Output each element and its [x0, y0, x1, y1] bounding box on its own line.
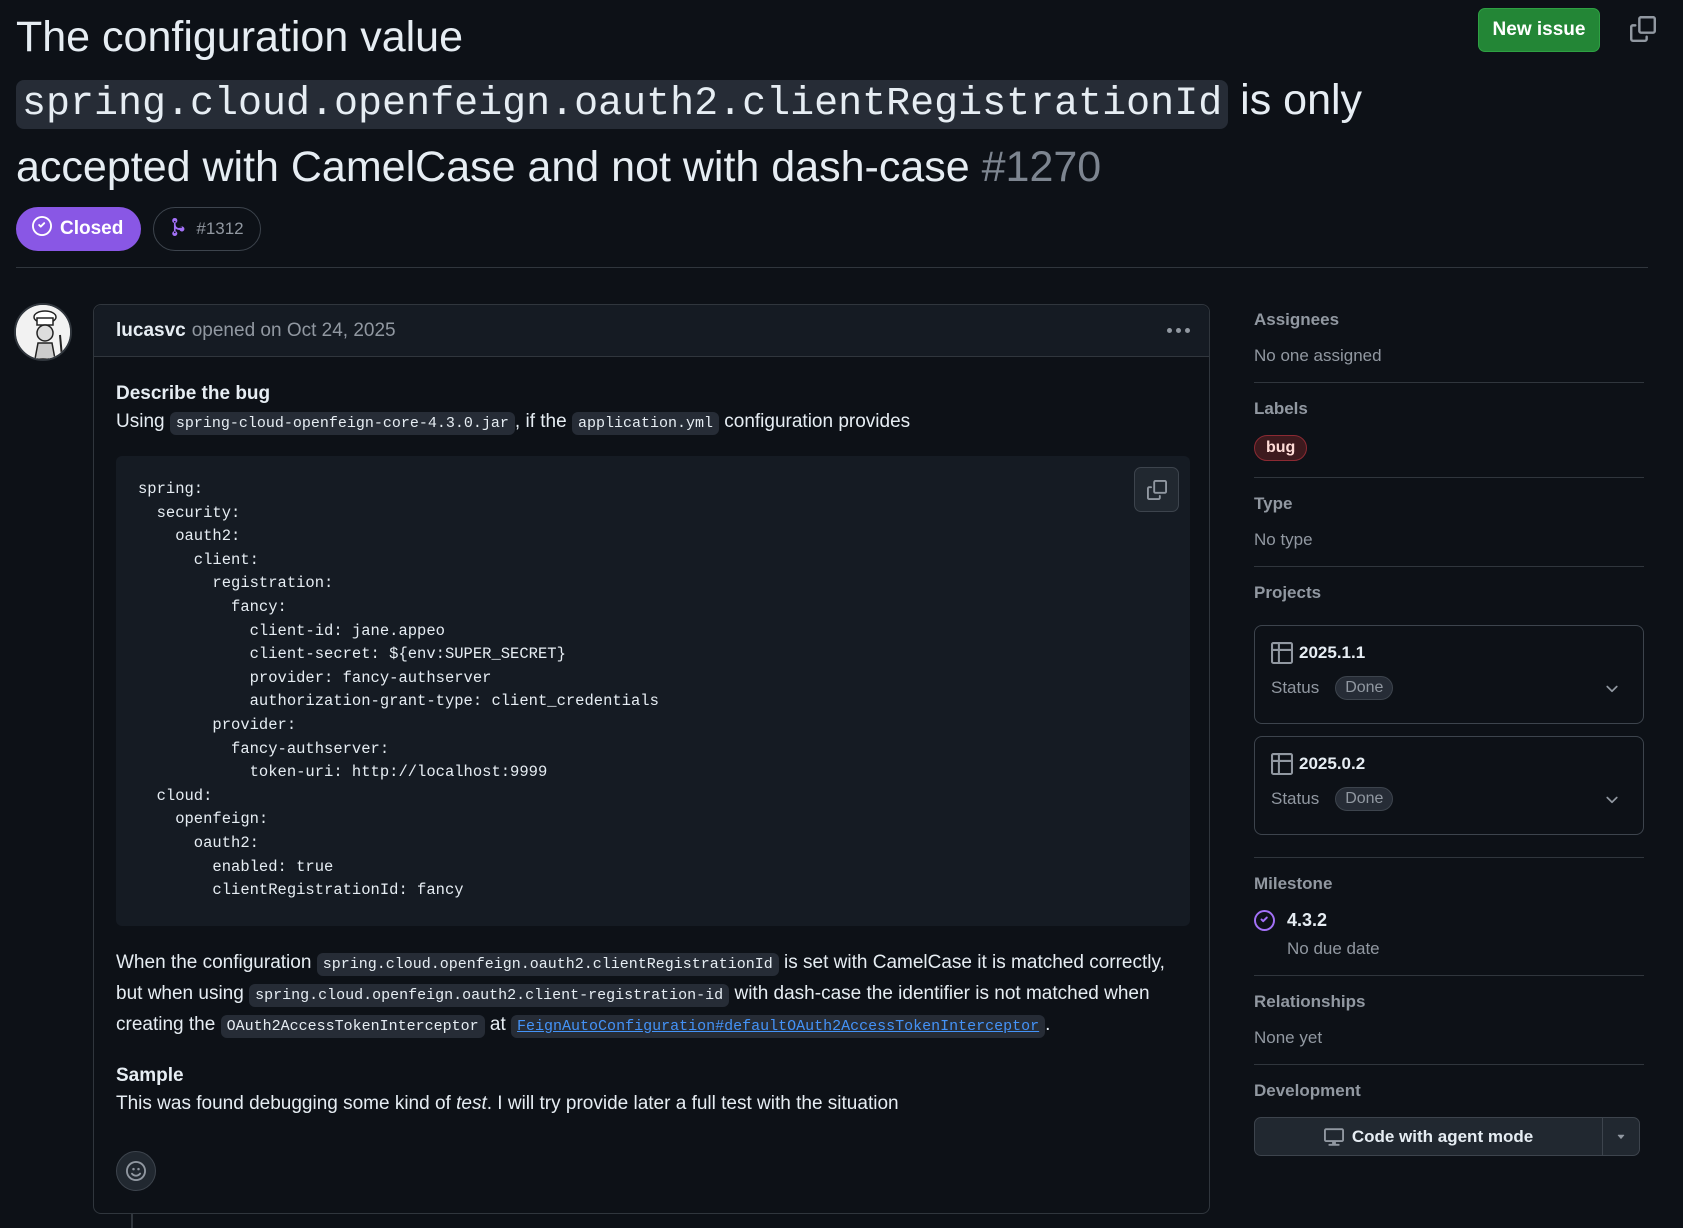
copy-code-button[interactable]: [1134, 467, 1179, 512]
code-link[interactable]: FeignAutoConfiguration#defaultOAuth2Acce…: [511, 1015, 1046, 1038]
inline-code: application.yml: [571, 412, 719, 435]
title-text-start: The configuration value: [16, 13, 464, 61]
agent-button-label: Code with agent mode: [1351, 1126, 1534, 1146]
issue-sidebar: Assignees No one assigned Labels bug Typ…: [1254, 300, 1644, 1172]
pull-request-icon: [170, 217, 188, 241]
text: configuration provides: [724, 411, 911, 432]
labels-title[interactable]: Labels: [1254, 397, 1644, 421]
paragraph-configuration: When the configuration spring.cloud.open…: [116, 948, 1187, 1041]
milestone-icon: [1254, 910, 1275, 931]
inline-code: spring.cloud.openfeign.oauth2.client-reg…: [249, 984, 730, 1007]
text: This was found debugging some kind of: [116, 1093, 451, 1114]
type-title[interactable]: Type: [1254, 492, 1644, 516]
development-section: Development Code with agent mode: [1254, 1065, 1644, 1172]
inline-code: spring-cloud-openfeign-core-4.3.0.jar: [169, 412, 515, 435]
issue-comment: lucasvc opened on Oct 24, 2025 Describe …: [93, 304, 1210, 1214]
milestone-section: Milestone 4.3.2 No due date: [1254, 858, 1644, 976]
project-card[interactable]: 2025.1.1 Status Done: [1254, 625, 1644, 724]
code-content: spring: security: oauth2: client: regist…: [138, 480, 659, 900]
project-card[interactable]: 2025.0.2 Status Done: [1254, 736, 1644, 835]
header-divider: [16, 267, 1648, 268]
heading-describe-bug: Describe the bug: [116, 383, 271, 404]
code-block: spring: security: oauth2: client: regist…: [116, 456, 1190, 926]
label-bug[interactable]: bug: [1254, 435, 1308, 461]
code-with-agent-button[interactable]: Code with agent mode: [1255, 1118, 1603, 1155]
heading-sample: Sample: [116, 1065, 184, 1086]
chevron-down-icon[interactable]: [1603, 680, 1621, 703]
comment-author[interactable]: lucasvc: [116, 320, 186, 342]
inline-code: spring.cloud.openfeign.oauth2.clientRegi…: [316, 953, 779, 976]
inline-code: OAuth2AccessTokenInterceptor: [220, 1015, 485, 1038]
avatar[interactable]: [14, 303, 72, 361]
chevron-down-icon[interactable]: [1603, 791, 1621, 814]
text: Using: [116, 411, 165, 432]
project-title: 2025.1.1: [1299, 643, 1366, 662]
text: .: [1045, 1014, 1051, 1035]
smiley-icon: [126, 1161, 146, 1181]
paragraph-sample: This was found debugging some kind of te…: [116, 1089, 1187, 1118]
type-value: No type: [1254, 530, 1313, 549]
project-status: Status Done: [1271, 676, 1627, 700]
timeline-line: [131, 1214, 133, 1228]
closed-check-icon: [32, 216, 52, 242]
labels-section: Labels bug: [1254, 383, 1644, 478]
issue-number: #1270: [981, 143, 1102, 191]
linked-pr-badge[interactable]: #1312: [153, 207, 261, 251]
comment-timestamp[interactable]: opened on Oct 24, 2025: [192, 320, 396, 342]
relationships-section: Relationships None yet: [1254, 976, 1644, 1065]
projects-section: Projects 2025.1.1 Status Done 2025.0.2 S…: [1254, 567, 1644, 858]
project-name: 2025.0.2: [1271, 753, 1627, 775]
status-label: Status: [1271, 678, 1320, 697]
status-pill: Done: [1335, 676, 1394, 700]
milestone-name: 4.3.2: [1287, 910, 1328, 930]
agent-dropdown-button[interactable]: [1603, 1118, 1639, 1155]
status-badge: Closed: [16, 207, 142, 251]
type-section: Type No type: [1254, 478, 1644, 567]
assignees-value: No one assigned: [1254, 346, 1382, 365]
table-icon: [1271, 642, 1293, 664]
title-code: spring.cloud.openfeign.oauth2.clientRegi…: [16, 80, 1229, 129]
new-issue-button[interactable]: New issue: [1478, 8, 1600, 52]
agent-icon: [1323, 1127, 1344, 1146]
table-icon: [1271, 753, 1293, 775]
issue-title: The configuration value spring.cloud.ope…: [16, 6, 1486, 199]
milestone-due: No due date: [1287, 939, 1380, 958]
relationships-value: None yet: [1254, 1028, 1323, 1047]
status-label: Closed: [60, 218, 124, 239]
agent-mode-button-group: Code with agent mode: [1254, 1117, 1640, 1156]
relationships-title[interactable]: Relationships: [1254, 990, 1644, 1014]
text: . I will try provide later a full test w…: [486, 1093, 899, 1114]
comment-header: lucasvc opened on Oct 24, 2025: [94, 305, 1209, 357]
comment-body: Describe the bug Using spring-cloud-open…: [94, 357, 1209, 1118]
project-title: 2025.0.2: [1299, 754, 1366, 773]
assignees-section: Assignees No one assigned: [1254, 300, 1644, 383]
issue-state-row: Closed #1312: [16, 207, 261, 251]
milestone-title[interactable]: Milestone: [1254, 872, 1644, 896]
kebab-icon[interactable]: [1163, 317, 1193, 343]
status-pill: Done: [1335, 787, 1394, 811]
milestone-row[interactable]: 4.3.2: [1254, 910, 1644, 931]
project-name: 2025.1.1: [1271, 642, 1627, 664]
triangle-down-icon: [1617, 1134, 1625, 1139]
paragraph-using: Using spring-cloud-openfeign-core-4.3.0.…: [116, 407, 1187, 438]
development-title[interactable]: Development: [1254, 1079, 1644, 1103]
text: at: [489, 1014, 506, 1035]
text: When the configuration: [116, 952, 312, 973]
text: , if the: [514, 411, 567, 432]
linked-pr-number: #1312: [196, 219, 244, 238]
project-status: Status Done: [1271, 787, 1627, 811]
copy-icon[interactable]: [1630, 16, 1656, 42]
status-label: Status: [1271, 789, 1320, 808]
emphasis: test: [456, 1093, 487, 1114]
assignees-title[interactable]: Assignees: [1254, 308, 1644, 332]
add-reaction-button[interactable]: [116, 1151, 156, 1191]
projects-title[interactable]: Projects: [1254, 581, 1644, 605]
copy-icon: [1146, 479, 1167, 500]
issue-header: The configuration value spring.cloud.ope…: [16, 6, 1656, 199]
